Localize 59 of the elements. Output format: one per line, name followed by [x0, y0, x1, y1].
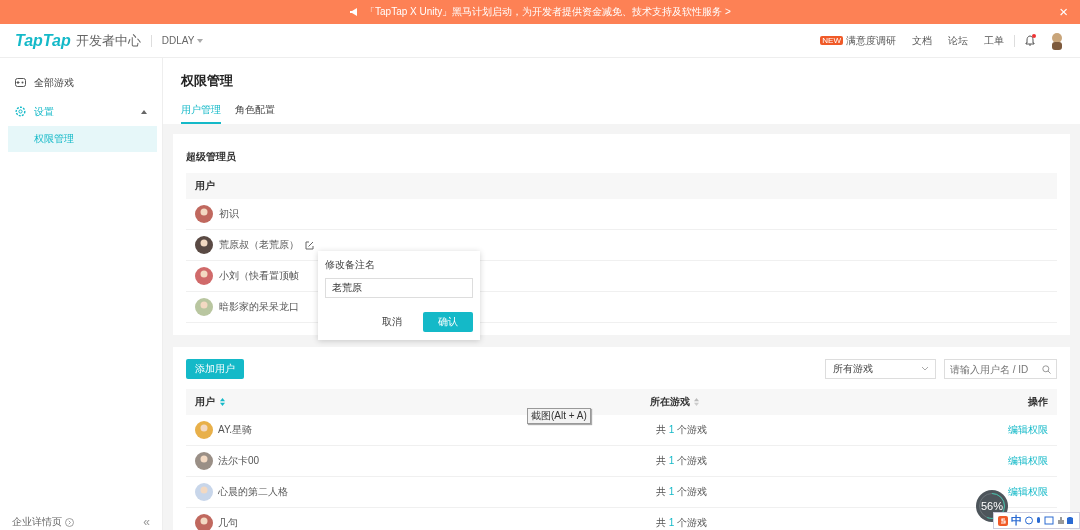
user-name: 暗影家的呆呆龙口	[219, 300, 299, 314]
sidebar-item[interactable]: 全部游戏	[0, 68, 162, 97]
search-field[interactable]: 请输入用户名 / ID	[944, 359, 1057, 379]
user-name: AY.星骑	[218, 423, 253, 437]
sort-icon[interactable]	[220, 398, 225, 406]
column-header: 用户	[195, 179, 215, 193]
avatar-icon	[195, 514, 213, 530]
portal-title: 开发者中心	[75, 31, 141, 50]
game-count: 共 1 个游戏	[656, 485, 708, 499]
gear-icon	[15, 106, 26, 117]
cancel-button[interactable]: 取消	[373, 315, 411, 329]
game-count: 共 1 个游戏	[656, 516, 708, 530]
user-name: 法尔卡00	[218, 454, 260, 468]
edit-icon[interactable]	[305, 240, 314, 250]
avatar-icon	[195, 483, 213, 501]
remark-input[interactable]: 老荒原	[325, 278, 473, 298]
avatar-icon	[195, 205, 213, 223]
user-name: 心晨的第二人格	[218, 485, 288, 499]
page-title: 权限管理	[181, 72, 234, 90]
popover-title: 修改备注名	[325, 258, 376, 272]
chevron-circle-icon	[65, 517, 74, 527]
header-link[interactable]: 论坛	[948, 33, 968, 48]
tab[interactable]: 角色配置	[235, 102, 275, 124]
chevron-down-icon	[922, 367, 928, 371]
avatar-icon	[195, 452, 213, 470]
ime-tools-icon	[1025, 516, 1075, 525]
new-badge: NEW	[820, 36, 843, 45]
account-dropdown[interactable]: DDLAY	[161, 35, 204, 46]
avatar-icon	[195, 236, 213, 254]
user-name: 几句	[218, 516, 238, 530]
avatar-icon	[195, 267, 213, 285]
collapse-button[interactable]: «	[143, 515, 150, 529]
company-page-link[interactable]: 企业详情页	[12, 515, 74, 529]
game-filter-dropdown[interactable]: 所有游戏	[825, 359, 936, 379]
game-count: 共 1 个游戏	[656, 454, 708, 468]
column-header: 操作	[1028, 396, 1048, 407]
user-name: 荒原叔（老荒原）	[219, 238, 299, 252]
column-header: 用户	[195, 395, 215, 409]
search-icon	[1042, 365, 1051, 374]
caret-icon[interactable]	[197, 38, 204, 43]
gauge-reading: 56%	[981, 500, 1003, 512]
avatar-icon[interactable]	[1049, 31, 1065, 50]
notification-bell-icon[interactable]	[1025, 35, 1035, 46]
ime-mode[interactable]: 中	[1011, 513, 1022, 528]
header-link[interactable]: 工单	[984, 33, 1004, 48]
column-header: 所在游戏	[650, 395, 690, 409]
user-name: 初识	[219, 207, 239, 221]
bell-drawing	[1025, 35, 1035, 46]
game-count: 共 1 个游戏	[656, 423, 708, 437]
avatar-icon	[195, 298, 213, 316]
gamepad-icon	[15, 78, 26, 87]
input-method-logo-icon	[998, 515, 1008, 526]
section-title: 超级管理员	[186, 150, 237, 163]
user-name: 小刘（快看置顶帧	[219, 269, 299, 283]
header-link[interactable]: 文档	[912, 33, 932, 48]
megaphone-icon	[349, 7, 360, 17]
header-link[interactable]: NEW 满意度调研	[820, 33, 896, 48]
avatar-icon	[195, 421, 213, 439]
tooltip: 截图(Alt + A)	[527, 408, 591, 424]
